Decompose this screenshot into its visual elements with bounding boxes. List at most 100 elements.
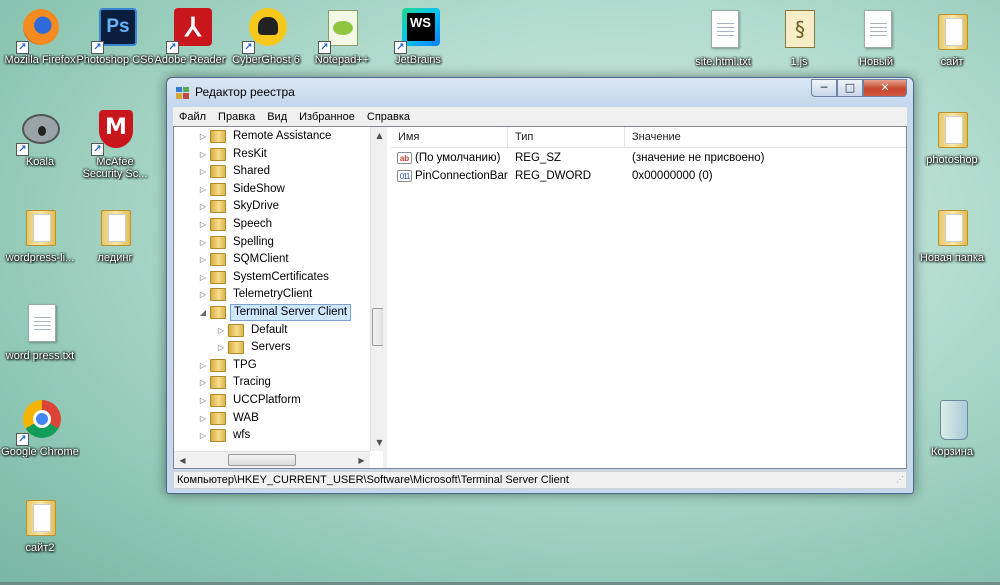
column-header-name[interactable]: Имя bbox=[391, 127, 508, 148]
scroll-left-arrow-icon[interactable]: ◀ bbox=[174, 452, 191, 468]
tree-node[interactable]: ▷ Tracing bbox=[198, 374, 274, 391]
desktop-icon-folder-site2[interactable]: сайт2 bbox=[0, 494, 80, 554]
scroll-right-arrow-icon[interactable]: ▶ bbox=[353, 452, 370, 468]
title-bar[interactable]: Редактор реестра ─ □ ✕ bbox=[167, 78, 913, 106]
desktop-icon-new-text[interactable]: Новый bbox=[836, 8, 916, 68]
tree-node[interactable]: ▷ TelemetryClient bbox=[198, 286, 315, 303]
tree-node[interactable]: ▷ Remote Assistance bbox=[198, 128, 334, 145]
tree-expander-icon[interactable]: ▷ bbox=[198, 286, 208, 303]
tree-expander-icon[interactable]: ▷ bbox=[198, 216, 208, 233]
minimize-button[interactable]: ─ bbox=[811, 79, 837, 97]
desktop-icon-folder-photoshop[interactable]: photoshop bbox=[912, 106, 992, 166]
desktop-icon-word-press-txt[interactable]: word press.txt bbox=[0, 302, 80, 362]
desktop-icon-mcafee[interactable]: M ↗ McAfee Security Sc... bbox=[75, 108, 155, 180]
shortcut-arrow-icon: ↗ bbox=[242, 41, 255, 54]
desktop-icon-photoshop[interactable]: Ps ↗ Photoshop CS6 bbox=[75, 6, 155, 66]
tree-node[interactable]: ▷ SkyDrive bbox=[198, 198, 282, 215]
tree-expander-icon[interactable]: ▷ bbox=[198, 234, 208, 251]
desktop-icon-folder-site[interactable]: сайт bbox=[912, 8, 992, 68]
value-type: REG_SZ bbox=[515, 152, 562, 164]
value-row[interactable]: 011 PinConnectionBar REG_DWORD 0x00000000… bbox=[391, 167, 906, 185]
tree-expander-icon[interactable]: ▷ bbox=[198, 357, 208, 374]
column-header-value[interactable]: Значение bbox=[625, 127, 905, 148]
desktop-icon-chrome[interactable]: ↗ Google Chrome bbox=[0, 398, 80, 458]
tree-node[interactable]: ▷ ResKit bbox=[198, 146, 270, 163]
menu-edit[interactable]: Правка bbox=[212, 111, 261, 123]
tree-node[interactable]: ▷ Spelling bbox=[198, 234, 277, 251]
tree-node[interactable]: ▷ Servers bbox=[216, 339, 294, 356]
desktop-icon-1js[interactable]: § 1.js bbox=[759, 8, 839, 68]
values-list: Имя Тип Значение ab (По умолчанию) REG_SZ… bbox=[391, 127, 906, 468]
desktop-icon-recycle-bin[interactable]: Корзина bbox=[912, 398, 992, 458]
tree-expander-icon[interactable]: ▷ bbox=[198, 181, 208, 198]
tree-node-label: Servers bbox=[251, 341, 291, 354]
desktop-icon-label: лединг bbox=[97, 252, 133, 264]
value-row[interactable]: ab (По умолчанию) REG_SZ (значение не при… bbox=[391, 149, 906, 167]
binary-value-icon: 011 bbox=[397, 170, 412, 182]
tree-expander-icon[interactable]: ▷ bbox=[198, 146, 208, 163]
desktop-icon-notepad-plus[interactable]: ↗ Notepad++ bbox=[302, 6, 382, 66]
tree-expander-icon[interactable]: ▷ bbox=[198, 427, 208, 444]
folder-icon bbox=[938, 112, 968, 148]
tree-expander-icon[interactable]: ▷ bbox=[198, 128, 208, 145]
shortcut-arrow-icon: ↗ bbox=[394, 41, 407, 54]
tree-horizontal-scrollbar[interactable]: ◀ ▶ bbox=[174, 451, 370, 468]
tree-node[interactable]: ▷ wfs bbox=[198, 427, 253, 444]
tree-node[interactable]: ▷ TPG bbox=[198, 357, 260, 374]
tree-node[interactable]: ▷ SideShow bbox=[198, 181, 288, 198]
desktop-icon-cyberghost[interactable]: ↗ CyberGhost 6 bbox=[226, 6, 306, 66]
text-file-icon bbox=[28, 304, 56, 342]
tree-expander-icon[interactable]: ▷ bbox=[198, 163, 208, 180]
tree-node[interactable]: ▷ SQMClient bbox=[198, 251, 292, 268]
tree-expander-icon[interactable]: ▷ bbox=[198, 198, 208, 215]
desktop-icon-site-html[interactable]: site.html.txt bbox=[683, 8, 763, 68]
desktop-icon-folder-leding[interactable]: лединг bbox=[75, 204, 155, 264]
tree-node[interactable]: ▷ Speech bbox=[198, 216, 275, 233]
scroll-down-arrow-icon[interactable]: ▼ bbox=[371, 434, 383, 451]
tree-node-label: TelemetryClient bbox=[233, 288, 313, 301]
desktop-icon-folder-new[interactable]: Новая папка bbox=[912, 204, 992, 264]
desktop-icon-adobe-reader[interactable]: ⅄ ↗ Adobe Reader bbox=[150, 6, 230, 66]
tree-node[interactable]: ▷ Default bbox=[216, 322, 290, 339]
menu-help[interactable]: Справка bbox=[361, 111, 416, 123]
shortcut-arrow-icon: ↗ bbox=[91, 41, 104, 54]
folder-icon bbox=[210, 270, 226, 284]
desktop-icon-firefox[interactable]: ↗ Mozilla Firefox bbox=[0, 6, 80, 66]
menu-view[interactable]: Вид bbox=[261, 111, 293, 123]
tree-hscroll-thumb[interactable] bbox=[228, 454, 296, 466]
tree-node-label: ResKit bbox=[233, 147, 267, 160]
tree-node[interactable]: ▷ SystemCertificates bbox=[198, 269, 332, 286]
tree-node-label: Tracing bbox=[233, 376, 271, 389]
desktop-icon-label: сайт2 bbox=[25, 542, 55, 554]
desktop-icon-jetbrains[interactable]: WS ↗ JetBrains bbox=[378, 6, 458, 66]
column-header-type[interactable]: Тип bbox=[508, 127, 625, 148]
folder-icon bbox=[210, 147, 226, 161]
tree-node[interactable]: ◢ Terminal Server Client bbox=[198, 304, 352, 321]
tree-expander-icon[interactable]: ▷ bbox=[216, 339, 226, 356]
tree-node[interactable]: ▷ UCCPlatform bbox=[198, 392, 304, 409]
tree-node[interactable]: ▷ WAB bbox=[198, 410, 262, 427]
desktop-icon-folder-wordpress[interactable]: wordpress-li... bbox=[0, 204, 80, 264]
folder-icon bbox=[26, 500, 56, 536]
close-button[interactable]: ✕ bbox=[863, 79, 907, 97]
tree-expander-icon[interactable]: ◢ bbox=[198, 304, 208, 321]
tree-vertical-scrollbar[interactable]: ▲ ▼ bbox=[370, 127, 383, 451]
menu-favorites[interactable]: Избранное bbox=[293, 111, 361, 123]
menu-file[interactable]: Файл bbox=[173, 111, 212, 123]
tree-node-label: wfs bbox=[233, 429, 251, 442]
tree-scroll-thumb[interactable] bbox=[372, 308, 383, 346]
tree-expander-icon[interactable]: ▷ bbox=[198, 251, 208, 268]
value-data: (значение не присвоено) bbox=[632, 152, 765, 164]
tree-expander-icon[interactable]: ▷ bbox=[216, 322, 226, 339]
scroll-up-arrow-icon[interactable]: ▲ bbox=[371, 127, 383, 144]
folder-icon bbox=[228, 341, 244, 355]
tree-expander-icon[interactable]: ▷ bbox=[198, 410, 208, 427]
tree-expander-icon[interactable]: ▷ bbox=[198, 374, 208, 391]
tree-expander-icon[interactable]: ▷ bbox=[198, 392, 208, 409]
maximize-button[interactable]: □ bbox=[837, 79, 863, 97]
tree-expander-icon[interactable]: ▷ bbox=[198, 269, 208, 286]
resize-grip-icon[interactable]: ⋰ bbox=[896, 472, 904, 488]
tree-node[interactable]: ▷ Shared bbox=[198, 163, 273, 180]
tree-items: ▷ Remote Assistance ▷ ResKit ▷ Shared ▷ SideSho… bbox=[174, 127, 370, 445]
desktop-icon-koala[interactable]: ↗ Koala bbox=[0, 108, 80, 168]
